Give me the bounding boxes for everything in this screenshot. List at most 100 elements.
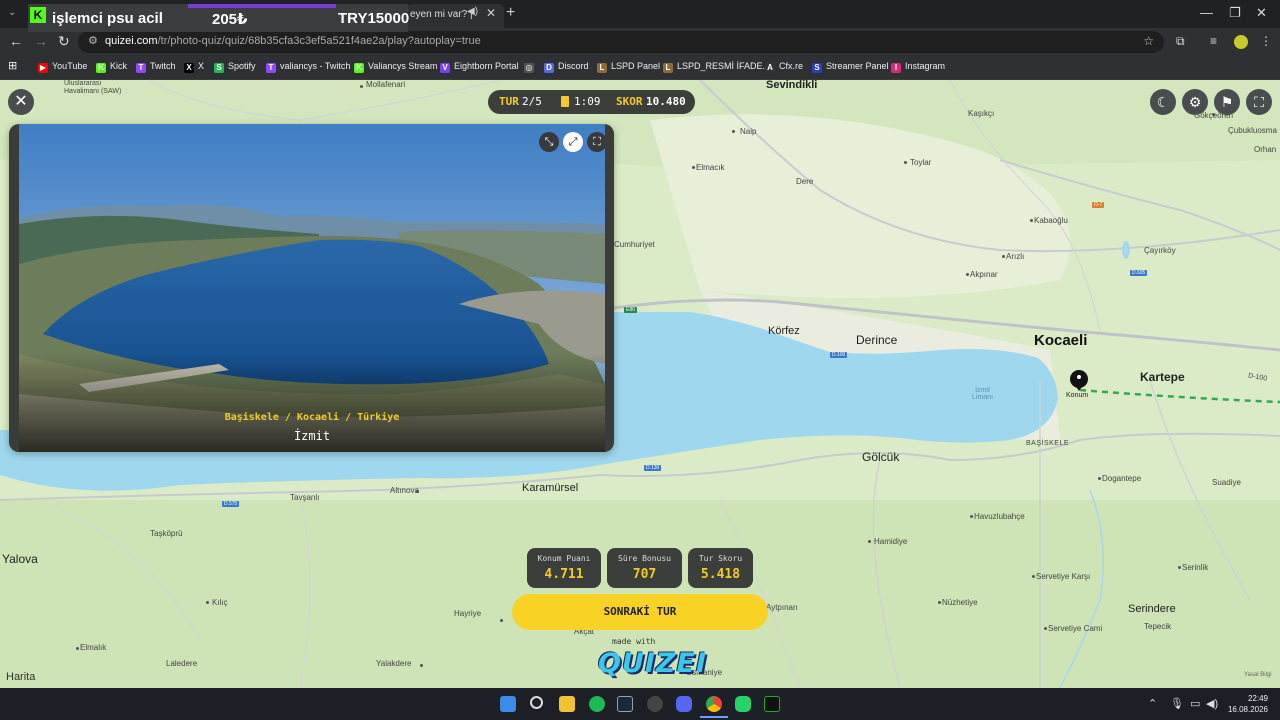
- bookmark-label: YouTube: [52, 61, 88, 71]
- whatsapp-icon[interactable]: [735, 696, 751, 712]
- fullscreen-photo-icon[interactable]: ⛶: [587, 132, 605, 152]
- legal-link[interactable]: Yasal Bilgi: [1244, 672, 1272, 678]
- map-label-mollafenari: Mollafenari: [366, 80, 406, 89]
- road-shield: D.575: [222, 501, 240, 507]
- site-info-icon[interactable]: ⚙: [88, 34, 98, 47]
- expand-icon[interactable]: ⤢: [563, 132, 583, 152]
- back-icon[interactable]: ←: [9, 33, 23, 49]
- bookmark-item[interactable]: K Valiancys Stream: [354, 61, 437, 73]
- timer-icon: [561, 96, 569, 107]
- map-dot: [1098, 477, 1101, 480]
- bookmark-item[interactable]: A Cfx.re: [765, 61, 803, 73]
- tray-chevron-icon[interactable]: ⌃: [1148, 697, 1157, 710]
- settings-icon[interactable]: ⚙: [1182, 89, 1208, 115]
- bookmark-item[interactable]: D Discord: [544, 61, 589, 73]
- map-dot: [1030, 219, 1033, 222]
- banner-text-price: 205₺: [212, 11, 248, 28]
- bookmark-favicon-icon: L: [663, 63, 673, 73]
- shrink-icon[interactable]: ⤡: [539, 132, 559, 152]
- bookmark-favicon-icon: V: [440, 63, 450, 73]
- dark-mode-icon[interactable]: ☾: [1150, 89, 1176, 115]
- map-label-izmit-limani: İzmit Limanı: [972, 387, 994, 401]
- map-dot: [360, 85, 363, 88]
- map-label-kasikci: Kaşıkçı: [968, 109, 995, 118]
- quiz-photo[interactable]: ⤡ ⤢ ⛶ Başiskele / Kocaeli / Türkiye İzmi…: [19, 124, 605, 452]
- fullscreen-icon[interactable]: ⛶: [1246, 89, 1272, 115]
- bookmark-item[interactable]: ◎: [524, 61, 538, 73]
- road-shield: D.130: [644, 465, 662, 471]
- next-round-button[interactable]: SONRAKİ TUR: [512, 594, 768, 630]
- profile-avatar[interactable]: [1234, 35, 1248, 49]
- map-dot: [1002, 255, 1005, 258]
- volume-icon[interactable]: ◀): [1206, 697, 1218, 710]
- file-explorer-icon[interactable]: [559, 696, 575, 712]
- made-with-label: made with: [612, 637, 656, 646]
- map-attribution[interactable]: Harita: [6, 671, 35, 683]
- bookmark-star-icon[interactable]: ☆: [1143, 34, 1154, 48]
- bookmark-item[interactable]: K Kick: [96, 61, 127, 73]
- extensions-icon[interactable]: ⧉: [1176, 34, 1185, 49]
- report-flag-icon[interactable]: ⚑: [1214, 89, 1240, 115]
- steam-icon[interactable]: [617, 696, 633, 712]
- close-quiz-button[interactable]: ✕: [8, 89, 34, 115]
- bookmark-item[interactable]: I Instagram: [891, 61, 945, 73]
- road-shield: D.605: [1130, 270, 1148, 276]
- tab-search-icon[interactable]: ⌄: [8, 7, 16, 18]
- location-pin-icon[interactable]: [1070, 370, 1088, 391]
- chrome-icon[interactable]: [706, 696, 722, 712]
- minimize-icon[interactable]: —: [1200, 5, 1213, 20]
- map-label-servetiye-karsi: Servetiye Karşı: [1036, 572, 1091, 581]
- bookmark-label: Discord: [558, 61, 589, 71]
- new-tab-icon[interactable]: +: [506, 4, 515, 22]
- apps-grid-icon[interactable]: ⊞: [8, 59, 17, 72]
- spotify-icon[interactable]: [589, 696, 605, 712]
- search-icon[interactable]: [530, 696, 543, 709]
- bookmark-favicon-icon: K: [96, 63, 106, 73]
- map-dot: [1178, 566, 1181, 569]
- reload-icon[interactable]: ↻: [58, 33, 70, 50]
- map-label-serindere: Serindere: [1128, 603, 1176, 615]
- screen: ⌄ eyen mi var? | ◀) ✕ + — ❐ ✕ K işlemci …: [0, 0, 1280, 720]
- bookmark-label: Streamer Panel: [826, 61, 889, 71]
- bookmark-item[interactable]: S Spotify: [214, 61, 256, 73]
- round-value: 2/5: [522, 95, 542, 108]
- road-shield: E80: [624, 307, 637, 313]
- bookmark-item[interactable]: Tvaliancys - Twitch: [266, 61, 350, 73]
- bookmark-label: Kick: [110, 61, 128, 71]
- restore-icon[interactable]: ❐: [1229, 5, 1241, 21]
- mic-icon[interactable]: 🎙: [1170, 697, 1184, 710]
- tab-audio-icon[interactable]: ◀): [467, 6, 478, 17]
- bookmark-item[interactable]: XX: [184, 61, 204, 73]
- system-clock[interactable]: 22:49 16.08.2026: [1224, 693, 1268, 715]
- map-label-elmacik: Elmacık: [696, 163, 725, 172]
- close-window-icon[interactable]: ✕: [1256, 5, 1267, 21]
- bookmark-item[interactable]: ▶ YouTube: [38, 61, 87, 73]
- taskbar: ⌃ 🎙 ▭ ◀) 22:49 16.08.2026: [0, 688, 1280, 720]
- forward-icon[interactable]: →: [34, 33, 48, 49]
- discord-icon[interactable]: [676, 696, 692, 712]
- map-label-altinova: Altınova: [390, 486, 419, 495]
- address-bar[interactable]: ⚙ quizei.com/tr/photo-quiz/quiz/68b35cfa…: [78, 31, 1164, 53]
- media-icon[interactable]: ≡: [1210, 34, 1217, 48]
- bookmark-favicon-icon: K: [354, 63, 364, 73]
- score-box-location: Konum Puanı 4.711: [527, 548, 601, 588]
- score-label: SKOR: [616, 95, 643, 108]
- browser-toolbar: ← → ↻ ⚙ quizei.com/tr/photo-quiz/quiz/68…: [0, 28, 1280, 56]
- bookmark-item[interactable]: L LSPD_RESMİ İFADE...: [663, 61, 770, 73]
- bookmarks-bar: ⊞ ▶ YouTube K Kick T Twitch X X S Spotify Tvalianc…: [0, 56, 1280, 80]
- map-label-laledere: Laledere: [166, 659, 198, 668]
- bookmark-favicon-icon: L: [597, 63, 607, 73]
- quizei-logo[interactable]: QUIZEI: [598, 648, 707, 679]
- bookmark-label: valiancys - Twitch: [280, 61, 351, 71]
- bookmark-item[interactable]: S Streamer Panel: [812, 61, 889, 73]
- score-box-label: Süre Bonusu: [618, 554, 671, 563]
- bookmark-item[interactable]: V Eightborn Portal: [440, 61, 519, 73]
- terminal-icon[interactable]: [764, 696, 780, 712]
- tab-close-icon[interactable]: ✕: [486, 6, 496, 20]
- bookmark-item[interactable]: T Twitch: [136, 61, 176, 73]
- network-icon[interactable]: ▭: [1190, 697, 1200, 710]
- menu-icon[interactable]: ⋮: [1260, 34, 1272, 48]
- bookmark-item[interactable]: L LSPD Panel: [597, 61, 660, 73]
- start-icon[interactable]: [500, 696, 516, 712]
- app-icon[interactable]: [647, 696, 663, 712]
